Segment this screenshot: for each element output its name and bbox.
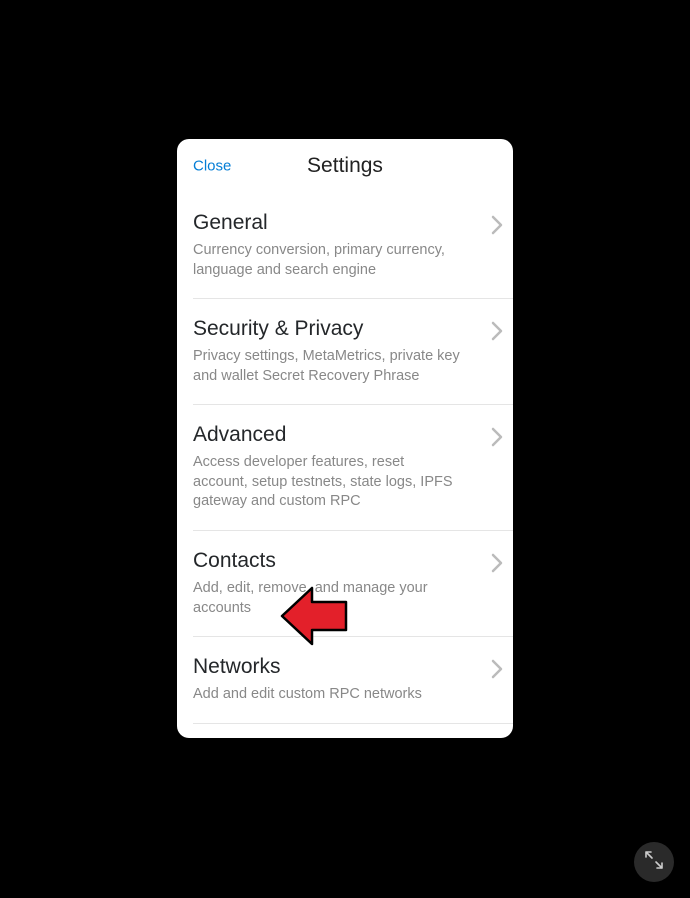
settings-modal: Close Settings General Currency conversi… [177,139,513,738]
chevron-right-icon [491,321,503,341]
settings-item-security[interactable]: Security & Privacy Privacy settings, Met… [193,299,513,405]
chevron-right-icon [491,553,503,573]
item-title: Security & Privacy [193,317,473,341]
settings-item-advanced[interactable]: Advanced Access developer features, rese… [193,405,513,531]
modal-header: Close Settings [177,139,513,193]
item-title: Networks [193,655,473,679]
chevron-right-icon [491,659,503,679]
expand-icon [644,850,664,875]
item-title: General [193,211,473,235]
item-desc: Access developer features, reset account… [193,453,473,512]
item-title: Advanced [193,423,473,447]
item-desc: Add, edit, remove, and manage your accou… [193,579,473,618]
item-desc: Currency conversion, primary currency, l… [193,241,473,280]
settings-item-general[interactable]: General Currency conversion, primary cur… [193,193,513,299]
chevron-right-icon [491,215,503,235]
chevron-right-icon [491,427,503,447]
settings-item-contacts[interactable]: Contacts Add, edit, remove, and manage y… [193,531,513,637]
settings-item-experimental[interactable]: Experimental [193,724,513,738]
close-button[interactable]: Close [193,158,231,175]
item-title: Contacts [193,549,473,573]
settings-item-networks[interactable]: Networks Add and edit custom RPC network… [193,637,513,724]
page-title: Settings [307,154,383,178]
expand-button[interactable] [634,842,674,882]
settings-list: General Currency conversion, primary cur… [177,193,513,738]
item-desc: Add and edit custom RPC networks [193,685,473,705]
item-desc: Privacy settings, MetaMetrics, private k… [193,347,473,386]
